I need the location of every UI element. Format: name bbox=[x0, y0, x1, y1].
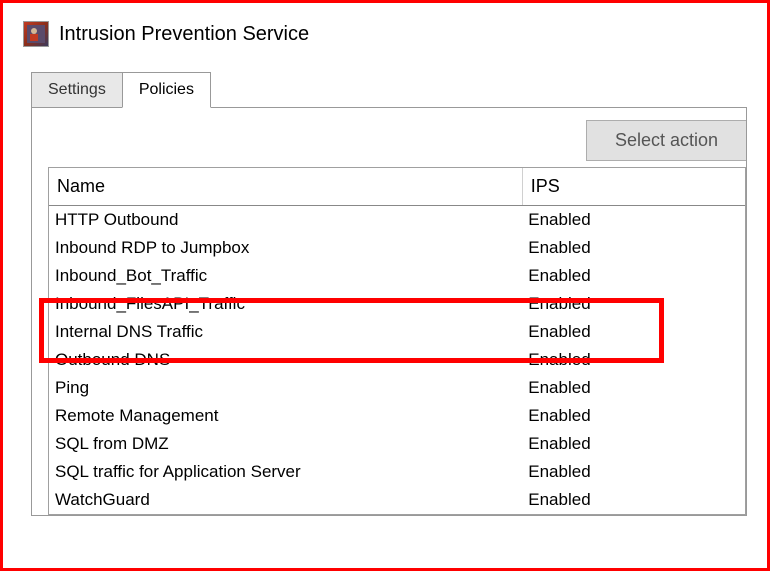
cell-ips: Enabled bbox=[522, 430, 745, 458]
table-row[interactable]: Inbound_FilesAPI_TrafficEnabled bbox=[49, 290, 745, 318]
table-row[interactable]: PingEnabled bbox=[49, 374, 745, 402]
page-title: Intrusion Prevention Service bbox=[59, 23, 309, 46]
cell-name: HTTP Outbound bbox=[49, 206, 522, 234]
cell-ips: Enabled bbox=[522, 458, 745, 486]
policies-table: Name IPS HTTP OutboundEnabledInbound RDP… bbox=[49, 168, 745, 514]
cell-name: Remote Management bbox=[49, 402, 522, 430]
cell-ips: Enabled bbox=[522, 318, 745, 346]
cell-ips: Enabled bbox=[522, 486, 745, 514]
tabs-container: Settings Policies Select action Name IPS… bbox=[31, 69, 747, 516]
table-row[interactable]: Inbound RDP to JumpboxEnabled bbox=[49, 234, 745, 262]
cell-ips: Enabled bbox=[522, 262, 745, 290]
table-row[interactable]: Remote ManagementEnabled bbox=[49, 402, 745, 430]
window: Intrusion Prevention Service Settings Po… bbox=[3, 3, 767, 568]
tab-settings[interactable]: Settings bbox=[31, 72, 123, 107]
cell-ips: Enabled bbox=[522, 290, 745, 318]
policies-table-container: Name IPS HTTP OutboundEnabledInbound RDP… bbox=[48, 167, 746, 515]
cell-name: Inbound RDP to Jumpbox bbox=[49, 234, 522, 262]
cell-ips: Enabled bbox=[522, 234, 745, 262]
table-row[interactable]: HTTP OutboundEnabled bbox=[49, 206, 745, 234]
cell-name: SQL from DMZ bbox=[49, 430, 522, 458]
table-row[interactable]: Inbound_Bot_TrafficEnabled bbox=[49, 262, 745, 290]
cell-name: Inbound_FilesAPI_Traffic bbox=[49, 290, 522, 318]
table-row[interactable]: Outbound DNSEnabled bbox=[49, 346, 745, 374]
action-bar: Select action bbox=[32, 120, 746, 161]
table-row[interactable]: SQL from DMZEnabled bbox=[49, 430, 745, 458]
cell-name: SQL traffic for Application Server bbox=[49, 458, 522, 486]
cell-name: Ping bbox=[49, 374, 522, 402]
cell-ips: Enabled bbox=[522, 346, 745, 374]
cell-ips: Enabled bbox=[522, 374, 745, 402]
select-action-button[interactable]: Select action bbox=[586, 120, 746, 161]
cell-ips: Enabled bbox=[522, 206, 745, 234]
cell-name: Inbound_Bot_Traffic bbox=[49, 262, 522, 290]
cell-name: WatchGuard bbox=[49, 486, 522, 514]
tab-content-policies: Select action Name IPS HTTP OutboundEnab… bbox=[31, 107, 747, 516]
table-header-ips[interactable]: IPS bbox=[522, 168, 745, 206]
table-row[interactable]: WatchGuardEnabled bbox=[49, 486, 745, 514]
table-row[interactable]: SQL traffic for Application ServerEnable… bbox=[49, 458, 745, 486]
tabs: Settings Policies bbox=[31, 69, 747, 107]
cell-name: Outbound DNS bbox=[49, 346, 522, 374]
cell-name: Internal DNS Traffic bbox=[49, 318, 522, 346]
title-bar: Intrusion Prevention Service bbox=[23, 21, 747, 47]
cell-ips: Enabled bbox=[522, 402, 745, 430]
table-row[interactable]: Internal DNS TrafficEnabled bbox=[49, 318, 745, 346]
tab-policies[interactable]: Policies bbox=[122, 72, 211, 108]
app-icon bbox=[23, 21, 49, 47]
table-header-name[interactable]: Name bbox=[49, 168, 522, 206]
